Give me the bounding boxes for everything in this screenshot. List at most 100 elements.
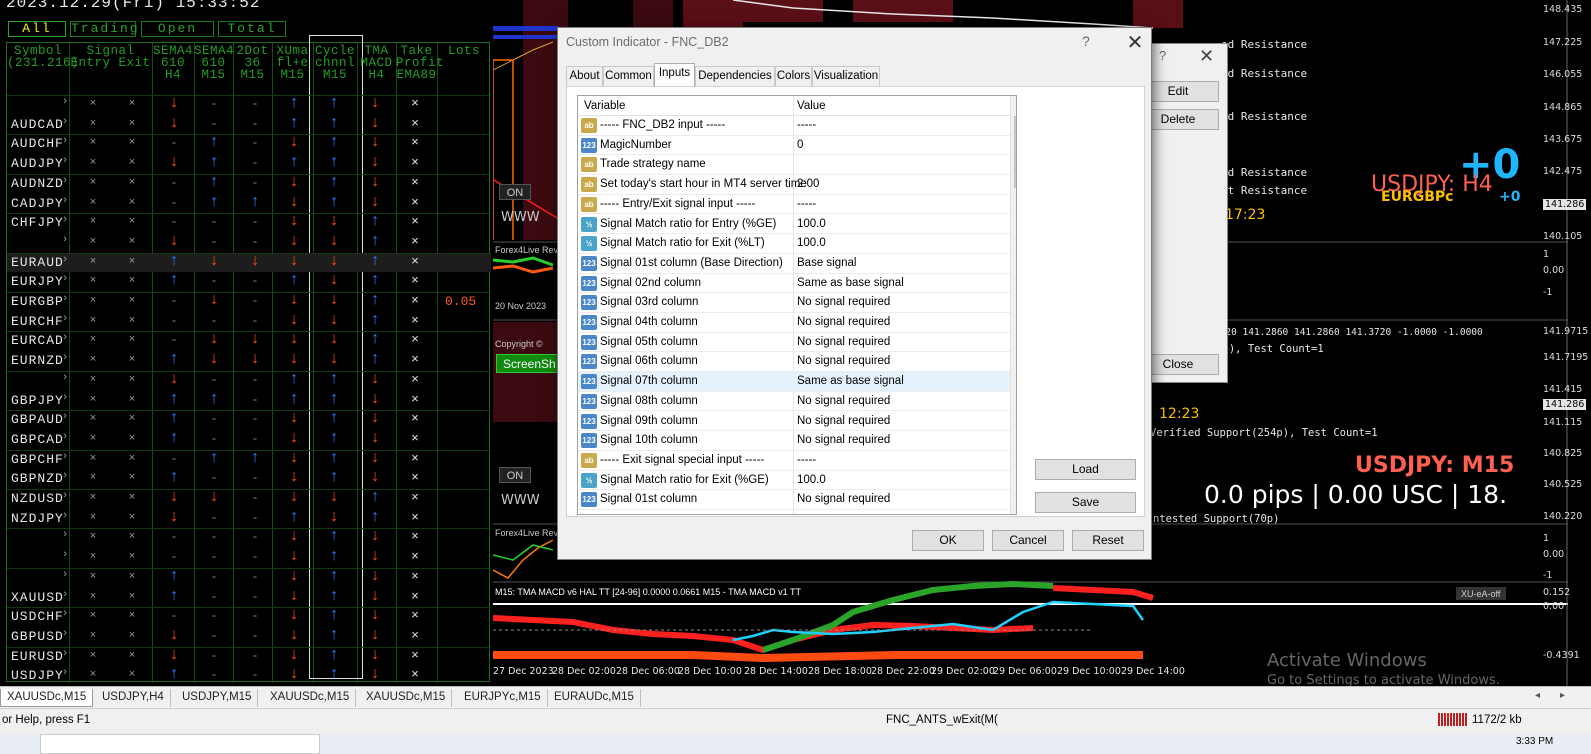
dashboard-row[interactable]: XAUUSD › × × ↑ - - ↓ ↑ ↓ × — [7, 587, 491, 608]
dashboard-row[interactable]: NZDUSD › × × ↓ ↓ - ↓ ↓ ↑ × — [7, 488, 491, 509]
param-value[interactable]: ----- — [797, 119, 816, 131]
dashboard-row[interactable]: EURGBP › × × - ↓ - ↓ ↓ ↑ × 0.05 — [7, 291, 491, 312]
tab-dependencies[interactable]: Dependencies — [695, 66, 775, 86]
dashboard-row[interactable]: › × × ↑ - - ↓ ↑ ↓ × — [7, 567, 491, 588]
param-value[interactable]: 2:00 — [797, 178, 819, 190]
tab-visualization[interactable]: Visualization — [812, 66, 880, 86]
grid-scrollbar[interactable]: ▲ ▼ — [1010, 96, 1016, 514]
param-row[interactable]: 123 Signal 01st column No signal required — [578, 490, 1010, 510]
param-value[interactable]: 100.0 — [797, 237, 826, 249]
dashboard-row[interactable]: › × × - - - ↓ ↑ ↓ × — [7, 527, 491, 548]
chart-tab[interactable]: XAUUSDc,M15 — [360, 689, 453, 707]
bg-help-icon[interactable]: ? — [1159, 48, 1166, 63]
param-row[interactable]: 123 Signal 03rd column No signal required — [578, 293, 1010, 313]
param-row[interactable]: ½ Signal Match ratio for Entry (%GE) 100.0 — [578, 215, 1010, 235]
param-value[interactable]: No signal required — [797, 395, 890, 407]
param-value[interactable]: No signal required — [797, 336, 890, 348]
dashboard-row[interactable]: AUDNZD › × × - ↑ - ↓ ↑ ↓ × — [7, 173, 491, 194]
dashboard-row[interactable]: EURCHF › × × - - - ↓ ↓ ↑ × — [7, 311, 491, 332]
scroll-up-icon[interactable]: ▲ — [1011, 98, 1016, 108]
cancel-button[interactable]: Cancel — [992, 530, 1064, 551]
on-toggle-m15[interactable]: ON — [499, 467, 531, 483]
param-value[interactable]: 100.0 — [797, 218, 826, 230]
chart-tab[interactable]: EURAUDc,M15 — [548, 689, 641, 707]
on-toggle-h4[interactable]: ON — [499, 184, 531, 200]
param-value[interactable]: Same as base signal — [797, 375, 904, 387]
chart-tab[interactable]: EURJPYc,M15 — [458, 689, 548, 707]
param-row[interactable]: ab ----- Entry/Exit signal input ----- ---… — [578, 195, 1010, 215]
screenshot-button[interactable]: ScreenSh — [496, 354, 560, 373]
param-row[interactable]: 123 Signal 10th column No signal required — [578, 431, 1010, 451]
help-icon[interactable]: ? — [1082, 33, 1090, 49]
chart-tab[interactable]: XAUUSDc,M15 — [0, 689, 94, 707]
dashboard-row[interactable]: EURNZD › × × ↑ ↓ ↓ ↓ ↓ ↑ × — [7, 350, 491, 371]
param-value[interactable]: Base signal — [797, 257, 856, 269]
dashboard-row[interactable]: AUDJPY › × × ↓ ↑ - ↑ ↑ ↓ × — [7, 153, 491, 174]
param-row[interactable]: ab ----- Exit signal special input ----- -… — [578, 451, 1010, 471]
param-value[interactable]: 100.0 — [797, 474, 826, 486]
tab-scroll-left-icon[interactable]: ◂ — [1535, 690, 1540, 701]
tab-about[interactable]: About — [566, 66, 603, 86]
param-value[interactable]: No signal required — [797, 415, 890, 427]
tab-common[interactable]: Common — [603, 66, 654, 86]
variable-column-header[interactable]: Variable — [584, 100, 625, 112]
tab-inputs[interactable]: Inputs — [654, 63, 695, 87]
dashboard-row[interactable]: AUDCAD › × × ↓ - - ↑ ↑ ↓ × — [7, 114, 491, 135]
dashboard-tab-open[interactable]: Open — [141, 21, 214, 37]
tab-scroll-right-icon[interactable]: ▸ — [1560, 690, 1565, 701]
param-row[interactable]: ab ----- FNC_DB2 input ----- ----- — [578, 116, 1010, 136]
scroll-down-icon[interactable]: ▼ — [1011, 501, 1016, 511]
param-row[interactable]: ½ Signal Match ratio for Exit (%LT) 100.0 — [578, 234, 1010, 254]
param-row[interactable]: 123 Signal 05th column No signal required — [578, 333, 1010, 353]
dashboard-tab-all[interactable]: All — [8, 21, 66, 37]
dashboard-row[interactable]: AUDCHF › × × - ↑ - ↓ ↑ ↓ × — [7, 133, 491, 154]
load-button[interactable]: Load — [1035, 459, 1136, 480]
dashboard-row[interactable]: › × × ↓ - - ↑ ↑ ↓ × — [7, 94, 491, 115]
dashboard-row[interactable]: GBPCHF › × × - ↑ ↑ ↓ ↑ ↓ × — [7, 449, 491, 470]
param-value[interactable]: No signal required — [797, 493, 890, 505]
dashboard-row[interactable]: › × × - - - ↓ ↑ ↓ × — [7, 547, 491, 568]
chart-tab[interactable]: USDJPY,M15 — [176, 689, 259, 707]
dashboard-row[interactable]: GBPUSD › × × ↓ - - ↓ ↑ ↓ × — [7, 626, 491, 647]
dashboard-row[interactable]: › × × ↓ - - ↓ ↓ ↑ × — [7, 232, 491, 253]
param-value[interactable]: No signal required — [797, 316, 890, 328]
taskbar-search[interactable] — [40, 734, 320, 754]
param-row[interactable]: 123 Signal 01st column (Base Direction) Ba… — [578, 254, 1010, 274]
param-row[interactable]: ½ Signal Match ratio for Exit (%GE) 100.0 — [578, 471, 1010, 491]
scroll-thumb[interactable] — [1014, 116, 1016, 188]
dashboard-row[interactable]: NZDJPY › × × ↓ - - ↑ ↓ ↑ × — [7, 508, 491, 529]
param-value[interactable]: ----- — [797, 454, 816, 466]
dashboard-row[interactable]: EURJPY › × × ↑ - - ↑ ↓ ↑ × — [7, 271, 491, 292]
reset-button[interactable]: Reset — [1072, 530, 1144, 551]
dashboard-row[interactable]: CADJPY › × × - ↑ ↑ ↓ ↑ ↓ × — [7, 193, 491, 214]
param-value[interactable]: Same as base signal — [797, 277, 904, 289]
chart-tab[interactable]: USDJPY,H4 — [96, 689, 171, 707]
param-row[interactable]: 123 Signal 08th column No signal required — [578, 392, 1010, 412]
dashboard-row[interactable]: › × × ↓ - - ↑ ↑ ↓ × — [7, 370, 491, 391]
dashboard-row[interactable]: GBPAUD › × × ↑ - - ↓ ↑ ↓ × — [7, 409, 491, 430]
close-icon[interactable]: ✕ — [1124, 30, 1146, 55]
param-row[interactable]: ab Set today's start hour in MT4 server t… — [578, 175, 1010, 195]
tab-colors[interactable]: Colors — [775, 66, 812, 86]
dashboard-row[interactable]: EURAUD › × × ↑ ↓ ↓ ↓ ↓ ↑ × — [7, 252, 491, 273]
param-value[interactable]: 0 — [797, 139, 803, 151]
param-row[interactable]: 123 Signal 04th column No signal required — [578, 313, 1010, 333]
dashboard-row[interactable]: USDCHF › × × - - - ↓ ↑ ↓ × — [7, 606, 491, 627]
dashboard-row[interactable]: GBPNZD › × × ↑ - - ↓ ↑ ↓ × — [7, 468, 491, 489]
dashboard-row[interactable]: EURUSD › × × ↓ - - ↓ ↑ ↓ × — [7, 646, 491, 667]
dashboard-row[interactable]: GBPCAD › × × ↑ - - ↓ ↑ ↓ × — [7, 429, 491, 450]
save-button[interactable]: Save — [1035, 492, 1136, 513]
value-column-header[interactable]: Value — [797, 100, 826, 112]
param-row[interactable]: ab Trade strategy name — [578, 155, 1010, 176]
dashboard-row[interactable]: USDJPY › × × ↑ - - ↓ ↑ ↓ × — [7, 665, 491, 686]
dashboard-tab-trading[interactable]: Trading — [70, 21, 138, 37]
param-row[interactable]: 123 Signal 06th column No signal required — [578, 352, 1010, 373]
chart-tab[interactable]: XAUUSDc,M15 — [264, 689, 357, 707]
param-value[interactable]: ----- — [797, 198, 816, 210]
dashboard-row[interactable]: CHFJPY › × × - - - ↓ ↓ ↑ × — [7, 212, 491, 233]
param-value[interactable]: No signal required — [797, 355, 890, 367]
dashboard-row[interactable]: GBPJPY › × × ↑ ↑ - ↑ ↑ ↓ × — [7, 390, 491, 411]
param-row[interactable]: 123 Signal 02nd column Same as base signal — [578, 274, 1010, 294]
param-row[interactable]: 123 Signal 07th column Same as base signal — [578, 372, 1010, 392]
dashboard-tab-total[interactable]: Total — [218, 21, 286, 37]
